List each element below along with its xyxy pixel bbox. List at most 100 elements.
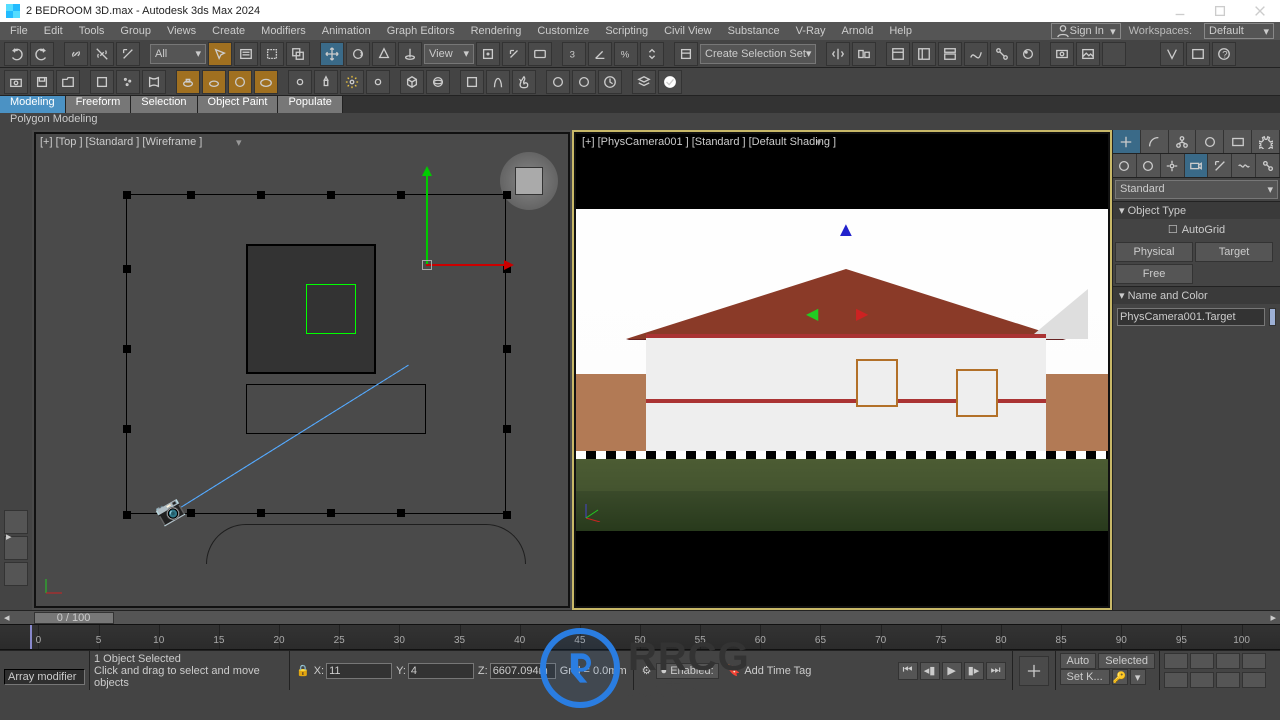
menu-animation[interactable]: Animation	[318, 25, 375, 37]
maxscript-mini-listener[interactable]	[4, 669, 85, 685]
menu-rendering[interactable]: Rendering	[467, 25, 526, 37]
category-dropdown[interactable]: Standard▾	[1115, 180, 1278, 199]
gray-sphere-icon[interactable]	[546, 70, 570, 94]
move-gizmo-center[interactable]	[422, 260, 432, 270]
menu-modifiers[interactable]: Modifiers	[257, 25, 310, 37]
key-filters-icon[interactable]: 🔑	[1112, 669, 1128, 685]
type-free[interactable]: Free	[1115, 264, 1193, 284]
minimize-button[interactable]	[1160, 0, 1200, 22]
cmd-tab-hierarchy[interactable]	[1169, 130, 1197, 153]
mirror-button[interactable]	[826, 42, 850, 66]
play-button[interactable]: ▶	[942, 662, 962, 680]
type-physical[interactable]: Physical	[1115, 242, 1193, 262]
cmd-tab-display[interactable]	[1224, 130, 1252, 153]
particle-button[interactable]	[116, 70, 140, 94]
sub-cameras-icon[interactable]	[1185, 154, 1209, 177]
menu-edit[interactable]: Edit	[40, 25, 67, 37]
sign-in-dropdown[interactable]: Sign In ▾	[1051, 23, 1121, 39]
slider-right-arrow[interactable]: ▸	[1270, 611, 1276, 624]
vray-frame-buffer-btn[interactable]	[1186, 42, 1210, 66]
light-2-icon[interactable]	[314, 70, 338, 94]
cmd-tab-create[interactable]	[1113, 130, 1141, 153]
rollout-name-color[interactable]: ▾ Name and Color	[1113, 286, 1280, 304]
rendered-frame-button[interactable]	[1076, 42, 1100, 66]
auto-key-button[interactable]: Auto	[1060, 653, 1097, 669]
coord-z-input[interactable]	[490, 663, 556, 679]
coord-x-input[interactable]	[326, 663, 392, 679]
gizmo-z-icon[interactable]: ▲	[836, 219, 856, 242]
material-editor-button[interactable]	[1016, 42, 1040, 66]
named-selection-dropdown[interactable]: Create Selection Set▾	[700, 44, 816, 64]
goto-start-button[interactable]: ⏮	[898, 662, 918, 680]
window-crossing-button[interactable]	[286, 42, 310, 66]
hair-icon[interactable]	[486, 70, 510, 94]
coord-y-input[interactable]	[408, 663, 474, 679]
render-setup-button[interactable]	[1050, 42, 1074, 66]
cmd-tab-modify[interactable]	[1141, 130, 1169, 153]
viewport-camera[interactable]: [+] [PhysCamera001 ] [Standard ] [Defaul…	[574, 132, 1110, 608]
walk-through-button[interactable]	[1190, 653, 1214, 669]
sub-lights-icon[interactable]	[1161, 154, 1185, 177]
sphere-icon[interactable]	[426, 70, 450, 94]
cube-icon[interactable]	[400, 70, 424, 94]
next-frame-button[interactable]: ▮▸	[964, 662, 984, 680]
key-filter-dd-icon[interactable]: ▾	[1130, 669, 1146, 685]
ribbon-tab-freeform[interactable]: Freeform	[66, 96, 132, 113]
ribbon-tab-objpaint[interactable]: Object Paint	[198, 96, 279, 113]
snapshot-button[interactable]	[4, 70, 28, 94]
check-icon[interactable]	[658, 70, 682, 94]
open-button[interactable]	[56, 70, 80, 94]
redo-button[interactable]	[30, 42, 54, 66]
undo-button[interactable]	[4, 42, 28, 66]
menu-substance[interactable]: Substance	[724, 25, 784, 37]
type-target[interactable]: Target	[1195, 242, 1273, 262]
script-enabled-toggle[interactable]: ● Enabled:	[656, 663, 719, 679]
edit-named-selection-button[interactable]	[674, 42, 698, 66]
ref-coord-dropdown[interactable]: View▾	[424, 44, 474, 64]
menu-create[interactable]: Create	[208, 25, 249, 37]
max-toggle-button[interactable]	[1242, 672, 1266, 688]
unlink-button[interactable]	[90, 42, 114, 66]
goto-end-button[interactable]: ⏭	[986, 662, 1006, 680]
menu-vray[interactable]: V-Ray	[792, 25, 830, 37]
key-mode-toggle-icon[interactable]	[1019, 656, 1049, 686]
toggle-scene-explorer-button[interactable]	[886, 42, 910, 66]
spinner-snap-button[interactable]	[640, 42, 664, 66]
object-color-swatch[interactable]	[1269, 308, 1276, 326]
select-object-button[interactable]	[208, 42, 232, 66]
prev-frame-button[interactable]: ◂▮	[920, 662, 940, 680]
schematic-view-button[interactable]	[990, 42, 1014, 66]
percent-snap-button[interactable]: %	[614, 42, 638, 66]
select-move-button[interactable]	[320, 42, 344, 66]
close-button[interactable]	[1240, 0, 1280, 22]
teapot-4-icon[interactable]	[254, 70, 278, 94]
teapot-2-icon[interactable]	[202, 70, 226, 94]
select-scale-button[interactable]	[372, 42, 396, 66]
clock-icon[interactable]	[598, 70, 622, 94]
workspace-dropdown[interactable]: Default ▾	[1204, 23, 1274, 39]
expand-left-icon[interactable]: ▸	[6, 530, 12, 543]
ribbon-tab-modeling[interactable]: Modeling	[0, 96, 66, 113]
gizmo-x-icon[interactable]: ▶	[856, 304, 868, 324]
candy-icon[interactable]	[572, 70, 596, 94]
zoom-extents-button[interactable]	[1190, 672, 1214, 688]
menu-group[interactable]: Group	[116, 25, 155, 37]
teapot-3-icon[interactable]	[228, 70, 252, 94]
select-region-rect-button[interactable]	[260, 42, 284, 66]
layer-list-icon[interactable]	[632, 70, 656, 94]
move-gizmo-x[interactable]	[426, 264, 506, 266]
sub-shapes-icon[interactable]	[1137, 154, 1161, 177]
vray-btn[interactable]	[1160, 42, 1184, 66]
menu-tools[interactable]: Tools	[75, 25, 109, 37]
link-button[interactable]	[64, 42, 88, 66]
select-rotate-button[interactable]	[346, 42, 370, 66]
rollout-object-type[interactable]: ▾ Object Type	[1113, 201, 1280, 219]
lock-selection-icon[interactable]: 🔒	[296, 664, 310, 677]
menu-customize[interactable]: Customize	[533, 25, 593, 37]
sub-geometry-icon[interactable]	[1113, 154, 1137, 177]
menu-graph[interactable]: Graph Editors	[383, 25, 459, 37]
time-slider-track[interactable]: 0 / 100	[14, 612, 1267, 624]
light-1-icon[interactable]	[288, 70, 312, 94]
selected-filter-button[interactable]: Selected	[1098, 653, 1155, 669]
light-omni-icon[interactable]	[340, 70, 364, 94]
